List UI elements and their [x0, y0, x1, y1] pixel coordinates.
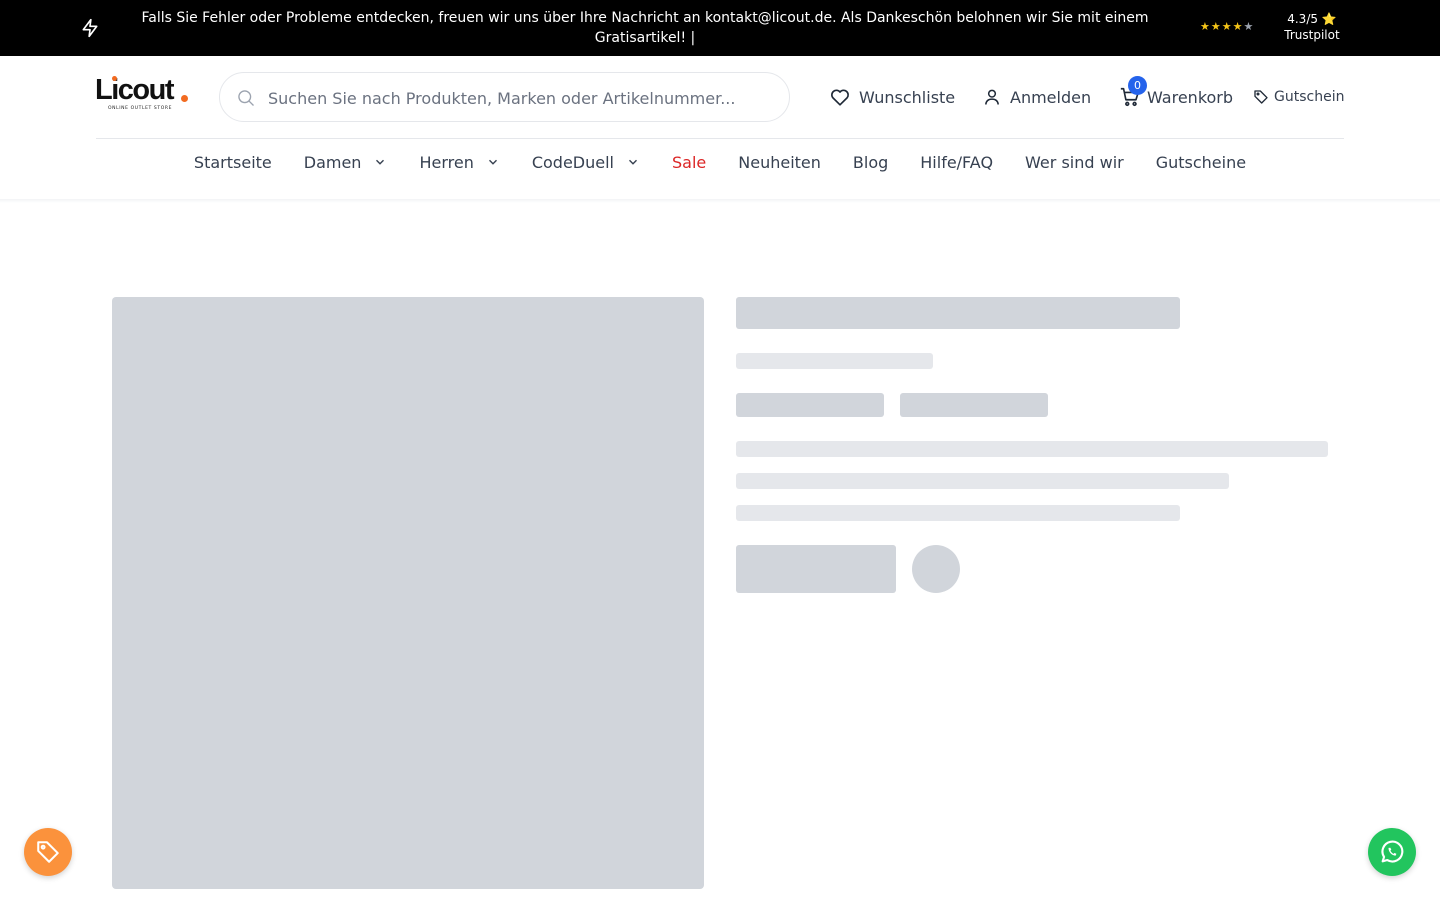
announcement-text: Falls Sie Fehler oder Probleme entdecken…	[141, 10, 1149, 46]
nav-item-label: Gutscheine	[1155, 152, 1247, 172]
product-image-placeholder	[112, 297, 704, 889]
nav-item-label: Blog	[852, 152, 889, 172]
star-icon: ★	[1221, 20, 1233, 33]
login-link[interactable]: Anmelden	[982, 84, 1091, 110]
wishlist-label: Wunschliste	[859, 87, 956, 107]
nav-item-label: Sale	[672, 152, 707, 172]
nav-shadow	[0, 199, 1440, 203]
wishlist-button-placeholder	[912, 545, 960, 593]
nav-item-label: CodeDuell	[531, 152, 614, 172]
chevron-down-icon	[376, 159, 385, 165]
login-label: Anmelden	[1010, 87, 1092, 107]
tag-icon	[1254, 90, 1268, 104]
logo-wordmark: Licout	[95, 74, 175, 106]
heart-icon	[831, 89, 849, 106]
logo-tagline: ONLINE OUTLET STORE	[108, 106, 173, 111]
nav-item-gutscheine[interactable]: Gutscheine	[1156, 153, 1246, 172]
whatsapp-float-button[interactable]	[1368, 828, 1416, 876]
nav-item-label: Damen	[303, 152, 362, 172]
nav-item-hilfe-faq[interactable]: Hilfe/FAQ	[920, 153, 993, 172]
price-placeholder	[736, 393, 884, 417]
nav-item-startseite[interactable]: Startseite	[194, 153, 272, 172]
trustpilot-widget[interactable]: 4.3/5 ⭐ Trustpilot	[1272, 11, 1352, 43]
main-nav: Startseite Damen Herren CodeDuell Sale N…	[0, 140, 1440, 184]
trustpilot-label: Trustpilot	[1284, 28, 1340, 42]
bolt-icon	[82, 18, 98, 38]
header-divider	[96, 138, 1344, 139]
product-title-placeholder	[736, 297, 1180, 329]
cart-link[interactable]: 0 Warenkorb	[1119, 76, 1234, 110]
coupon-float-button[interactable]	[24, 828, 72, 876]
cart-label: Warenkorb	[1147, 87, 1234, 107]
nav-item-label: Startseite	[193, 152, 272, 172]
trustpilot-rating: 4.3/5 ⭐	[1287, 12, 1337, 26]
price-placeholder	[900, 393, 1048, 417]
add-to-cart-placeholder	[736, 545, 896, 593]
nav-item-label: Neuheiten	[738, 152, 821, 172]
chevron-down-icon	[488, 159, 497, 165]
search-bar[interactable]	[219, 72, 790, 122]
product-subtitle-placeholder	[736, 353, 933, 369]
nav-item-sale[interactable]: Sale	[672, 153, 706, 172]
nav-item-codeduell[interactable]: CodeDuell	[532, 153, 640, 172]
tag-icon	[37, 841, 59, 863]
description-line-placeholder	[736, 473, 1229, 489]
voucher-link[interactable]: Gutschein	[1253, 84, 1344, 110]
search-icon	[238, 90, 254, 106]
announcement-bar: Falls Sie Fehler oder Probleme entdecken…	[0, 0, 1440, 56]
nav-item-label: Wer sind wir	[1025, 152, 1124, 172]
trustpilot-stars: ★★★★★	[1200, 20, 1254, 34]
nav-item-wer-sind-wir[interactable]: Wer sind wir	[1025, 153, 1124, 172]
licout-logo[interactable]: Licout ONLINE OUTLET STORE	[95, 72, 195, 114]
nav-item-damen[interactable]: Damen	[304, 153, 388, 172]
nav-item-blog[interactable]: Blog	[853, 153, 888, 172]
description-line-placeholder	[736, 505, 1180, 521]
nav-item-herren[interactable]: Herren	[419, 153, 499, 172]
star-icon: ★	[1200, 20, 1211, 33]
nav-item-neuheiten[interactable]: Neuheiten	[738, 153, 821, 172]
voucher-label: Gutschein	[1274, 89, 1345, 105]
logo-i-dot	[112, 76, 117, 81]
user-icon	[985, 89, 999, 105]
wishlist-link[interactable]: Wunschliste	[829, 84, 955, 110]
nav-item-label: Herren	[419, 152, 474, 172]
whatsapp-icon	[1381, 840, 1404, 863]
nav-item-label: Hilfe/FAQ	[920, 152, 994, 172]
cart-count-badge: 0	[1128, 76, 1147, 95]
chevron-down-icon	[629, 159, 637, 165]
star-icon: ★	[1243, 20, 1255, 33]
description-line-placeholder	[736, 441, 1328, 457]
logo-dot	[181, 95, 188, 102]
star-icon: ★	[1232, 20, 1244, 33]
search-input[interactable]	[268, 85, 768, 111]
star-icon: ★	[1210, 20, 1222, 33]
